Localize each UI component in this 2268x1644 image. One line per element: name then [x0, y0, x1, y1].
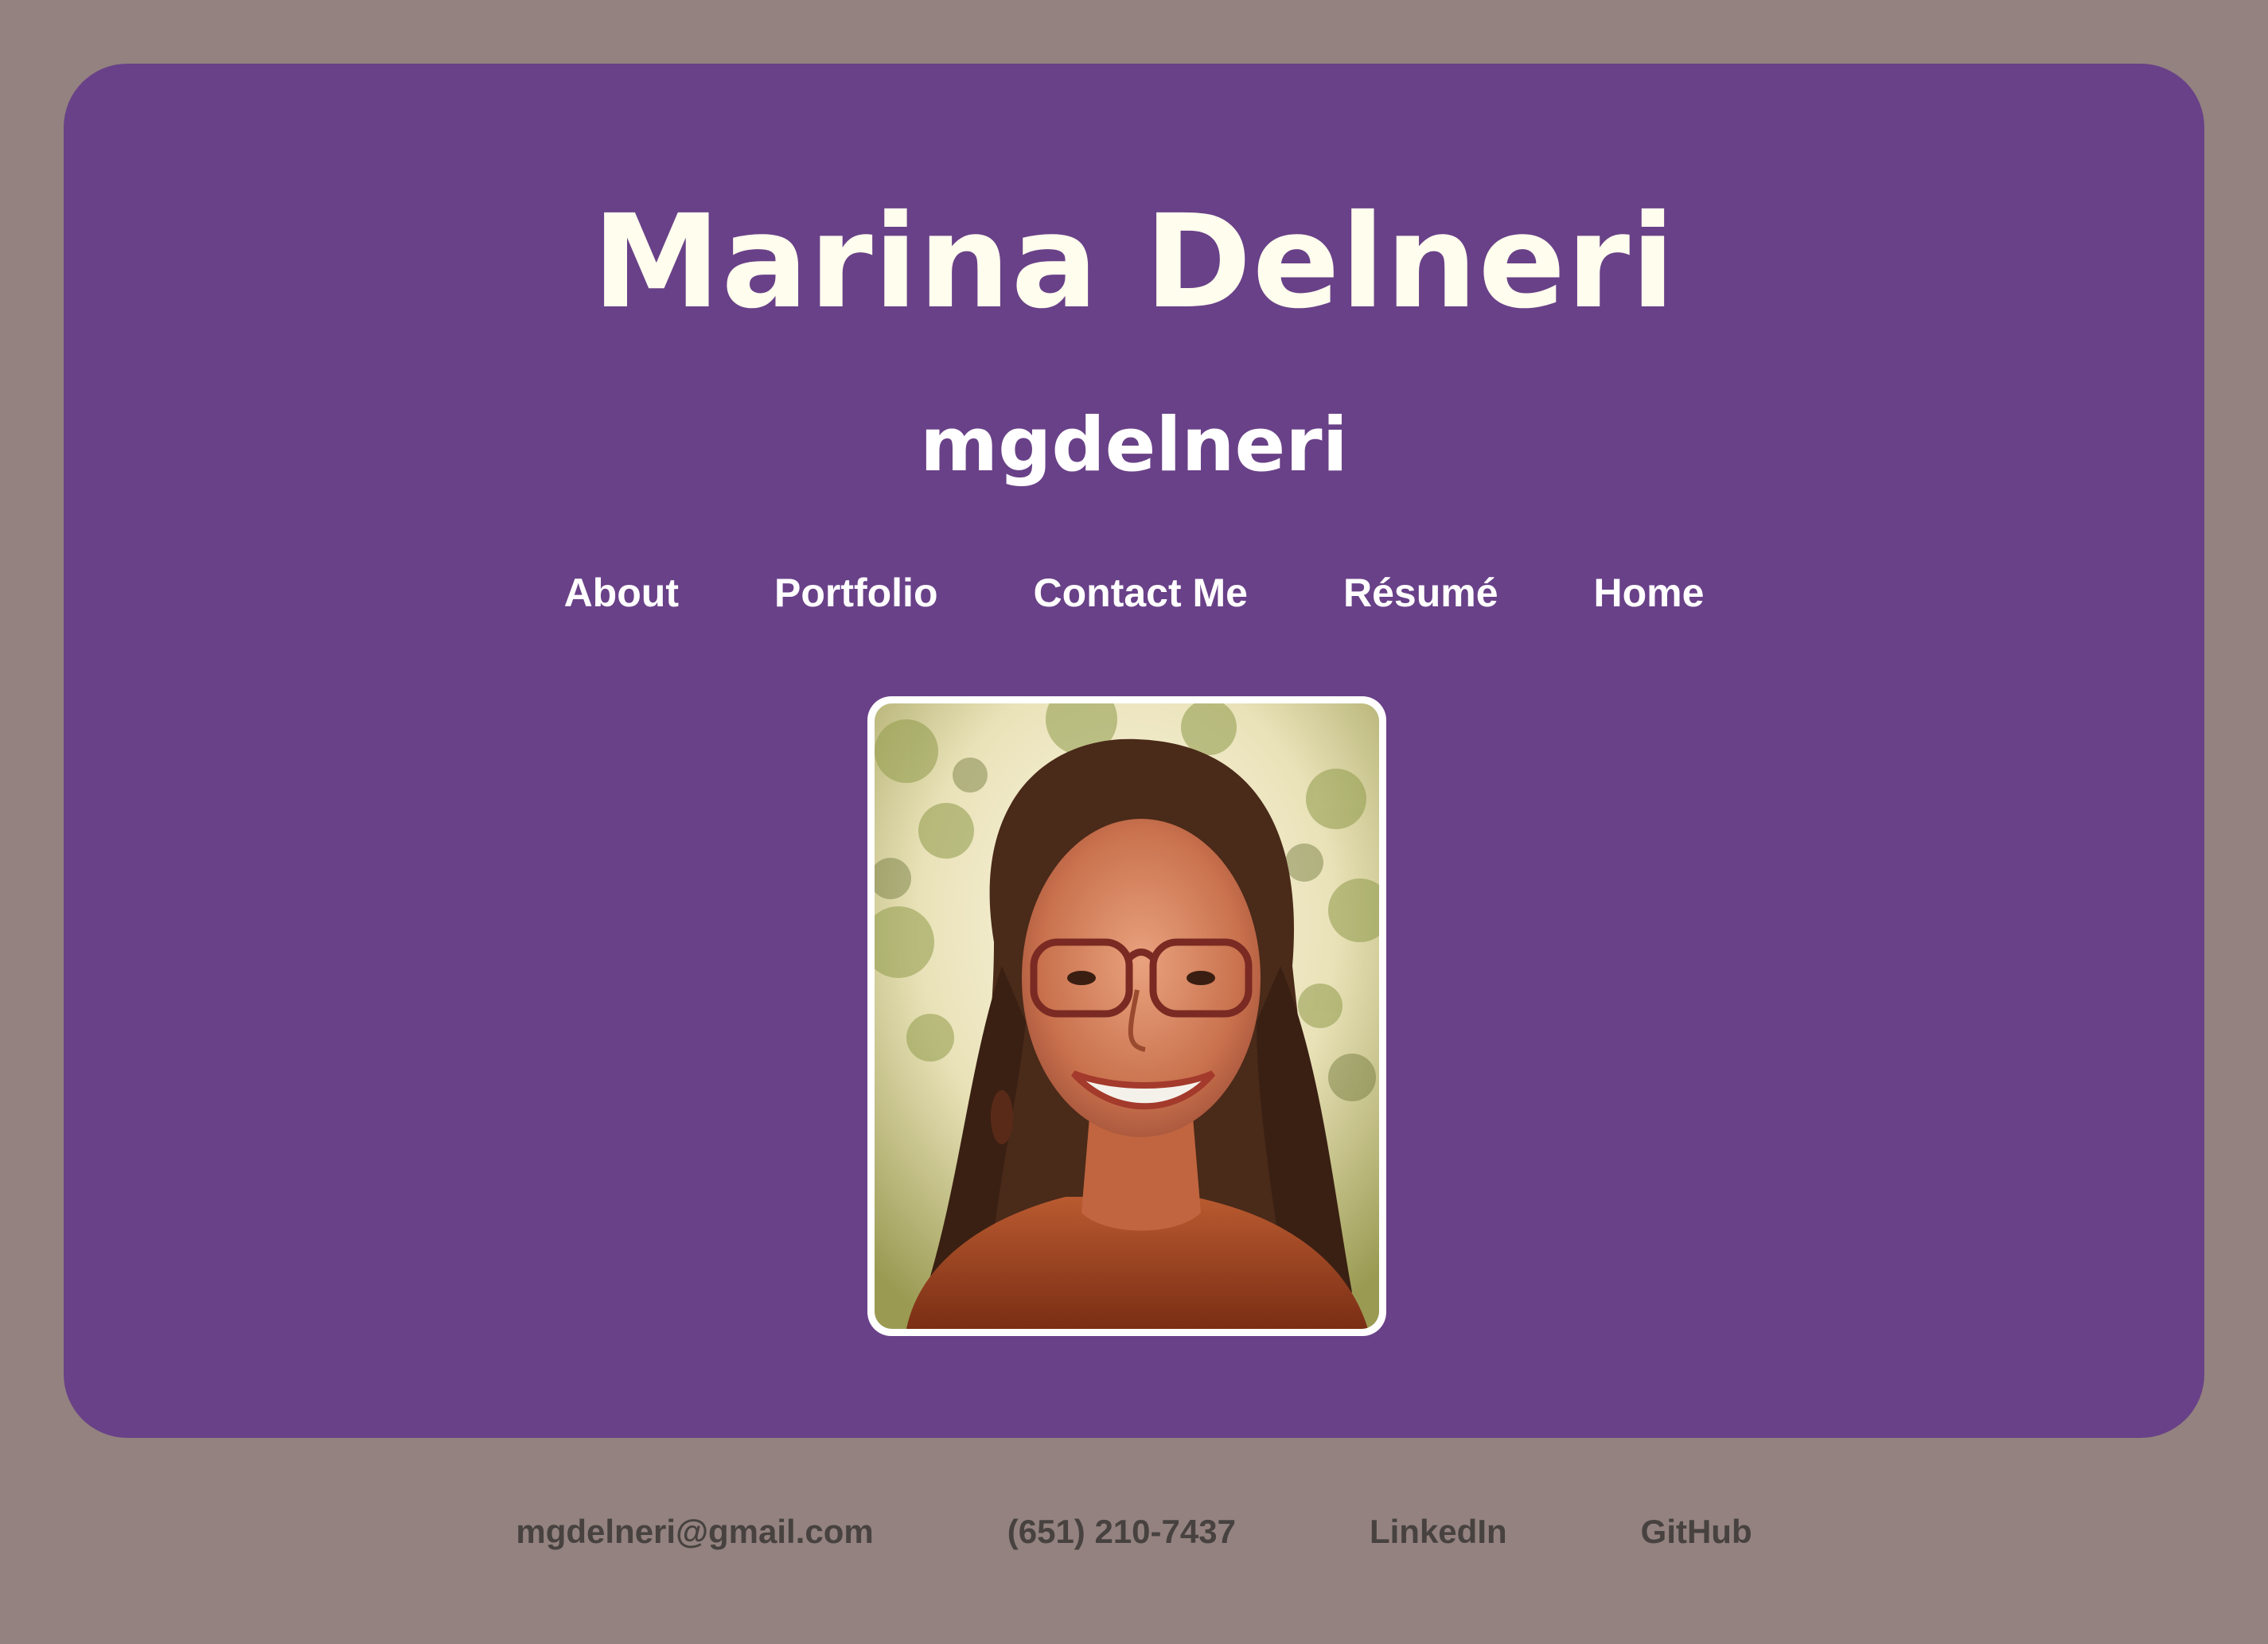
nav-link-contact-me[interactable]: Contact Me	[1034, 561, 1248, 625]
nav-link-about[interactable]: About	[564, 561, 679, 625]
footer-contact-links: mgdelneri@gmail.com (651) 210-7437 Linke…	[0, 1504, 2268, 1560]
site-title: Marina Delneri	[592, 188, 1676, 337]
site-subtitle-handle: mgdelneri	[920, 402, 1348, 489]
header-card: Marina Delneri mgdelneri About Portfolio…	[64, 64, 2204, 1438]
profile-photo	[875, 703, 1379, 1329]
main-nav: About Portfolio Contact Me Résumé Home	[64, 561, 2204, 625]
nav-link-portfolio[interactable]: Portfolio	[774, 561, 938, 625]
footer-email-link[interactable]: mgdelneri@gmail.com	[516, 1504, 873, 1560]
footer-phone-link[interactable]: (651) 210-7437	[1007, 1504, 1236, 1560]
profile-photo-frame	[867, 696, 1386, 1336]
footer-linkedin-link[interactable]: LinkedIn	[1370, 1504, 1507, 1560]
nav-link-home[interactable]: Home	[1594, 561, 1705, 625]
nav-link-resume[interactable]: Résumé	[1343, 561, 1498, 625]
page: Marina Delneri mgdelneri About Portfolio…	[0, 0, 2268, 1644]
footer-github-link[interactable]: GitHub	[1641, 1504, 1752, 1560]
